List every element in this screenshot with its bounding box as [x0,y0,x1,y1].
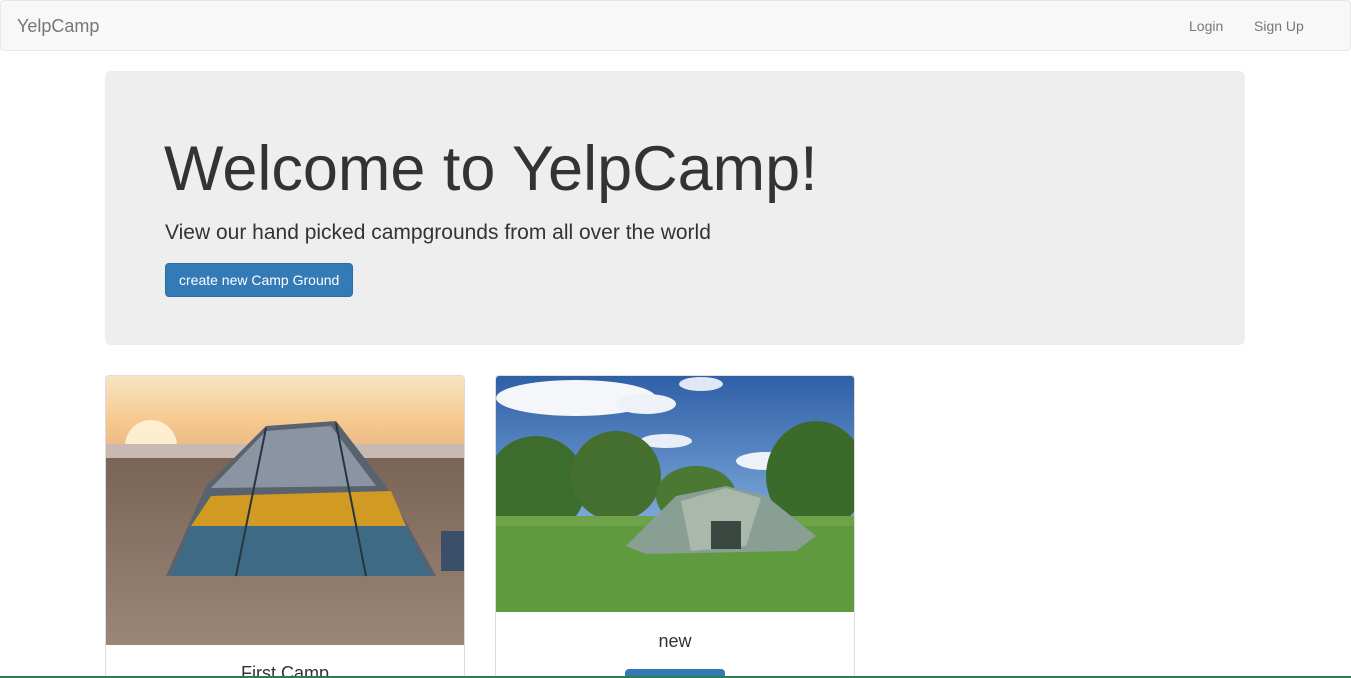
page-subtitle: View our hand picked campgrounds from al… [165,221,711,244]
brand-link[interactable]: YelpCamp [17,16,99,37]
campground-image [496,376,854,612]
campground-card: new [495,375,855,678]
login-link[interactable]: Login [1189,18,1223,34]
page-title: Welcome to YelpCamp! [164,134,818,204]
campground-name[interactable]: new [496,631,854,652]
navbar: YelpCamp Login Sign Up [0,0,1351,51]
campground-image [106,376,464,645]
create-campground-button[interactable]: create new Camp Ground [165,263,354,297]
jumbotron: Welcome to YelpCamp! View our hand picke… [105,71,1245,345]
campground-card: First Camp [105,375,465,678]
signup-link[interactable]: Sign Up [1254,18,1304,34]
